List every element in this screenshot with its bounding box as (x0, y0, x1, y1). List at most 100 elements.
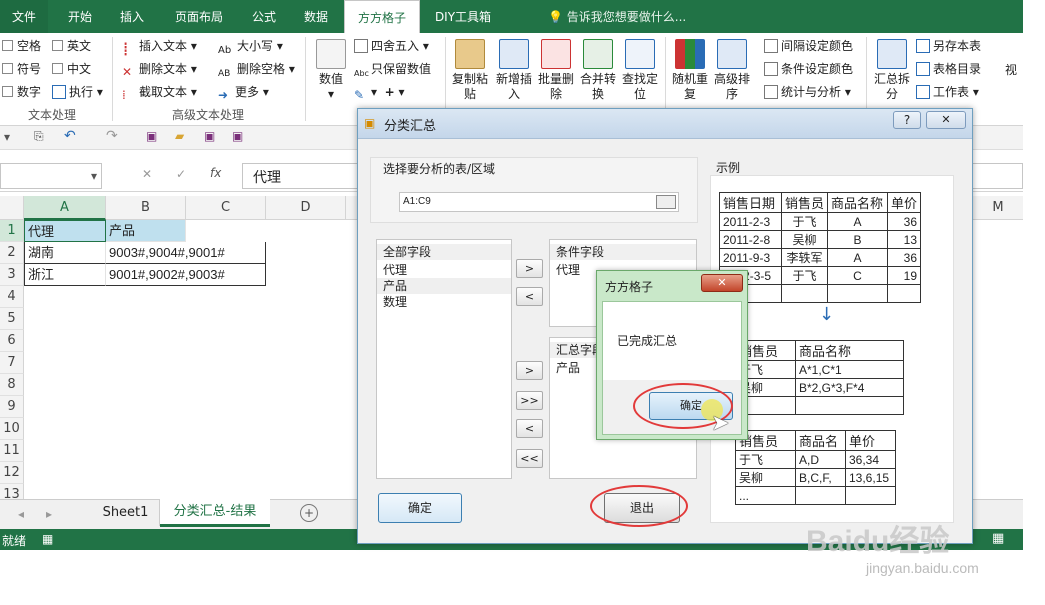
dialog-ok-button[interactable]: 确定 (378, 493, 462, 523)
row-header[interactable]: 11 (0, 440, 24, 462)
undo-icon[interactable]: ↶ (64, 128, 76, 144)
range-picker-icon[interactable] (656, 195, 676, 209)
sheet-directory-button[interactable]: 表格目录 (916, 59, 981, 79)
list-item[interactable]: 代理 (377, 262, 511, 278)
row-header[interactable]: 6 (0, 330, 24, 352)
save-icon[interactable]: ▣ (146, 129, 157, 143)
folder-icon[interactable]: ▰ (175, 129, 184, 143)
find-locate-button[interactable]: 查找定 位 (620, 39, 660, 102)
remove-all-summary-button[interactable]: << (516, 449, 543, 468)
redo-icon[interactable]: ↷ (106, 128, 118, 144)
sheet-tab-result[interactable]: 分类汇总-结果 (160, 499, 270, 527)
cell-b3[interactable]: 9001#,9002#,9003# (106, 264, 266, 286)
batch-delete-button[interactable]: 批量删 除 (536, 39, 576, 102)
cancel-icon[interactable]: ✕ (142, 167, 152, 181)
cell-a3[interactable]: 浙江 (24, 264, 106, 286)
remove-space-button[interactable]: AB 删除空格 ▾ (218, 59, 295, 79)
worksheet-button[interactable]: 工作表 ▾ (916, 82, 979, 102)
help-button[interactable]: ? (893, 111, 921, 129)
execute-button[interactable]: 执行 ▾ (52, 82, 103, 102)
random-repeat-button[interactable]: 随机重 复 (670, 39, 710, 102)
column-header[interactable]: C (186, 196, 266, 220)
cell-a2[interactable]: 湖南 (24, 242, 106, 264)
tab-formulas[interactable]: 公式 (242, 0, 286, 33)
round-button[interactable]: 四舍五入 ▾ (354, 36, 429, 56)
keep-value-button[interactable]: Abc 只保留数值 (354, 59, 431, 79)
view-button[interactable]: 视 (1000, 63, 1022, 78)
add-sheet-icon[interactable]: + (300, 504, 318, 522)
cell-a1[interactable]: 代理 (24, 220, 106, 242)
copy-paste-button[interactable]: 复制粘 贴 (450, 39, 490, 102)
tab-insert[interactable]: 插入 (108, 0, 156, 33)
tab-page-layout[interactable]: 页面布局 (166, 0, 232, 33)
tell-me-search[interactable]: 💡 告诉我您想要做什么... (548, 0, 686, 33)
name-box[interactable]: ▾ (0, 163, 102, 189)
remove-summary-button[interactable]: < (516, 419, 543, 438)
remove-condition-button[interactable]: < (516, 287, 543, 306)
tab-fangfang[interactable]: 方方格子 (344, 0, 420, 34)
column-header[interactable]: D (266, 196, 346, 220)
check-space[interactable]: 空格 (2, 36, 41, 56)
sheet-tab-sheet1[interactable]: Sheet1 (92, 500, 160, 526)
copy-icon[interactable]: ⎘ (34, 129, 44, 144)
add-all-summary-button[interactable]: >> (516, 391, 543, 410)
row-header[interactable]: 10 (0, 418, 24, 440)
cell-b1[interactable]: 产品 (106, 220, 186, 242)
column-header[interactable]: A (24, 196, 106, 220)
check-symbol[interactable]: 符号 (2, 59, 41, 79)
column-header[interactable]: B (106, 196, 186, 220)
column-header[interactable]: M (973, 196, 1023, 220)
row-header[interactable]: 5 (0, 308, 24, 330)
row-header[interactable]: 3 (0, 264, 24, 286)
check-number[interactable]: 数字 (2, 82, 41, 102)
edit-icon-button[interactable]: ✎ ▾ + ▾ (354, 82, 405, 102)
list-item[interactable]: 产品 (377, 278, 511, 294)
summary-split-button[interactable]: 汇总拆 分 (872, 39, 912, 102)
save-sheet-button[interactable]: 另存本表 (916, 36, 981, 56)
msgbox-close-button[interactable]: ✕ (701, 274, 743, 292)
row-header[interactable]: 7 (0, 352, 24, 374)
insert-text-button[interactable]: ┋ 插入文本 ▾ (122, 36, 197, 56)
check-english[interactable]: 英文 (52, 36, 91, 56)
fx-icon[interactable]: fx (210, 166, 221, 180)
row-header[interactable]: 9 (0, 396, 24, 418)
cell-b2[interactable]: 9003#,9004#,9001# (106, 242, 266, 264)
row-header[interactable]: 1 (0, 220, 24, 242)
worksheet-icon (916, 85, 930, 99)
tab-home[interactable]: 开始 (58, 0, 102, 33)
chevron-down-icon[interactable]: ▾ (4, 130, 10, 144)
delete-text-button[interactable]: ✕ 删除文本 ▾ (122, 59, 197, 79)
select-all-corner[interactable] (0, 196, 24, 220)
advanced-sort-button[interactable]: 高级排 序 (712, 39, 752, 102)
interval-color-button[interactable]: 间隔设定颜色 (764, 36, 853, 56)
range-input[interactable]: A1:C9 (399, 192, 679, 212)
scroll-left-icon[interactable]: ◂ (18, 507, 24, 521)
normal-view-icon[interactable]: ▦ (992, 531, 1004, 546)
tab-data[interactable]: 数据 (294, 0, 338, 33)
add-condition-button[interactable]: > (516, 259, 543, 278)
tab-file[interactable]: 文件 (0, 0, 48, 33)
case-button[interactable]: Ab 大小写 ▾ (218, 36, 283, 56)
row-header[interactable]: 12 (0, 462, 24, 484)
more-button[interactable]: ➜ 更多 ▾ (218, 82, 269, 102)
dialog-close-button[interactable]: ✕ (926, 111, 966, 129)
row-header[interactable]: 2 (0, 242, 24, 264)
check-chinese[interactable]: 中文 (52, 59, 91, 79)
add-summary-button[interactable]: > (516, 361, 543, 380)
scroll-right-icon[interactable]: ▸ (46, 507, 52, 521)
merge-convert-button[interactable]: 合并转 换 (578, 39, 618, 102)
all-fields-list[interactable]: 全部字段 代理 产品 数理 (376, 239, 512, 479)
conditional-color-button[interactable]: 条件设定颜色 (764, 59, 853, 79)
row-header[interactable]: 4 (0, 286, 24, 308)
value-button[interactable]: 数值 ▾ (314, 39, 348, 102)
export-icon[interactable]: ▣ (232, 129, 243, 143)
confirm-icon[interactable]: ✓ (176, 167, 186, 181)
statistics-button[interactable]: 统计与分析 ▾ (764, 82, 851, 102)
list-item[interactable]: 数理 (377, 294, 511, 310)
macro-record-icon[interactable]: ▦ (42, 532, 53, 546)
row-header[interactable]: 8 (0, 374, 24, 396)
save-as-icon[interactable]: ▣ (204, 129, 215, 143)
tab-diy-toolbox[interactable]: DIY工具箱 (426, 0, 500, 33)
insert-new-button[interactable]: 新增插 入 (494, 39, 534, 102)
extract-text-button[interactable]: ⁞ 截取文本 ▾ (122, 82, 197, 102)
